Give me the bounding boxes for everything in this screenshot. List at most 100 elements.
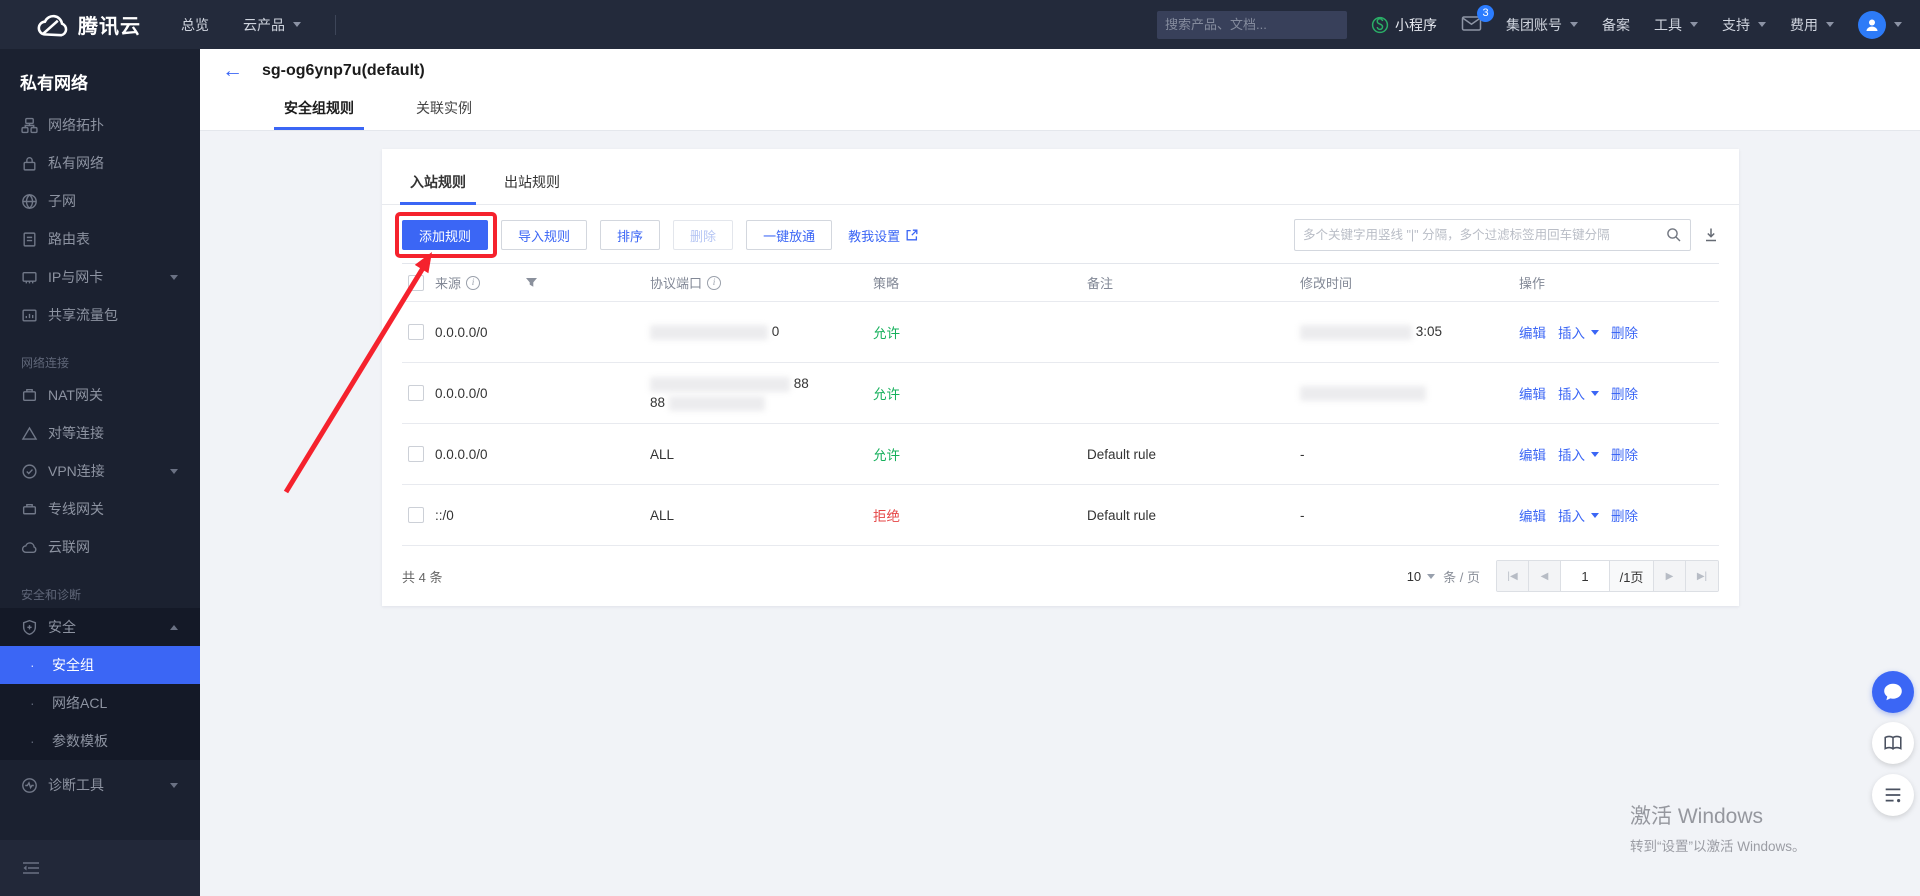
insert-link[interactable]: 插入 [1558,322,1599,342]
cell-source: ::/0 [435,507,454,523]
prev-page-button[interactable]: ◀ [1529,561,1561,591]
page-tabs: 安全组规则 关联实例 [200,90,524,130]
cell-time: - [1300,446,1305,462]
topbar-search[interactable] [1157,10,1347,39]
sidebar-item-vpc[interactable]: 私有网络 [0,144,200,182]
filter-funnel-icon[interactable] [525,277,538,289]
sidebar-item-param-template[interactable]: · 参数模板 [0,722,200,760]
delete-button: 删除 [673,220,734,250]
chevron-down-icon [1427,573,1436,579]
edit-link[interactable]: 编辑 [1519,383,1546,403]
nav-support[interactable]: 支持 [1722,15,1766,35]
cell-source: 0.0.0.0/0 [435,446,488,462]
sidebar-item-peering[interactable]: 对等连接 [0,414,200,452]
sidebar-item-route-table[interactable]: 路由表 [0,220,200,258]
back-button[interactable]: ← [222,60,262,81]
nav-billing[interactable]: 费用 [1790,15,1834,35]
chevron-down-icon [1690,22,1698,27]
sidebar-item-nat[interactable]: NAT网关 [0,376,200,414]
page-size-select[interactable]: 10 [1407,569,1436,584]
delete-link[interactable]: 删除 [1611,444,1638,464]
info-icon[interactable]: i [707,275,722,290]
col-note: 备注 [1087,276,1114,291]
sidebar-item-network-acl[interactable]: · 网络ACL [0,684,200,722]
chevron-down-icon [170,274,178,280]
edit-link[interactable]: 编辑 [1519,322,1546,342]
collapse-sidebar-icon[interactable] [22,861,40,875]
rule-filter[interactable] [1294,219,1691,251]
sidebar-item-shared-traffic[interactable]: 共享流量包 [0,296,200,334]
sidebar-item-diagnostic-tools[interactable]: 诊断工具 [0,766,200,804]
nav-products[interactable]: 云产品 [243,15,301,35]
first-page-button[interactable]: |◀ [1497,561,1529,591]
shield-icon [21,619,38,636]
open-all-ports-button[interactable]: 一键放通 [746,220,833,250]
bullet-icon: · [30,695,35,711]
customer-service-button[interactable] [1872,671,1914,713]
nav-group-account[interactable]: 集团账号 [1506,15,1578,35]
topology-icon [21,117,38,134]
feedback-button[interactable] [1872,774,1914,816]
bullet-icon: · [30,657,35,673]
info-icon[interactable]: i [466,275,481,290]
edit-link[interactable]: 编辑 [1519,505,1546,525]
tencent-cloud-icon [37,14,68,36]
row-checkbox[interactable] [408,385,424,401]
row-checkbox[interactable] [408,324,424,340]
delete-link[interactable]: 删除 [1611,505,1638,525]
edit-link[interactable]: 编辑 [1519,444,1546,464]
search-icon[interactable] [1666,227,1682,243]
delete-link[interactable]: 删除 [1611,383,1638,403]
tab-associated-instances[interactable]: 关联实例 [406,90,482,130]
last-page-button[interactable]: ▶| [1686,561,1718,591]
tab-outbound-rules[interactable]: 出站规则 [494,172,570,205]
brand-logo[interactable]: 腾讯云 [0,10,141,39]
teach-me-link[interactable]: 教我设置 [848,226,919,245]
insert-link[interactable]: 插入 [1558,383,1599,403]
redacted-blur [1300,385,1426,401]
chevron-down-icon[interactable] [1894,22,1902,27]
add-rule-button[interactable]: 添加规则 [402,220,489,250]
rule-filter-input[interactable] [1303,228,1666,242]
row-checkbox[interactable] [408,507,424,523]
nav-beian[interactable]: 备案 [1602,15,1630,35]
sidebar-section-security-diag: 安全和诊断 [21,588,82,602]
messages-button[interactable]: 3 [1461,4,1494,35]
avatar[interactable] [1858,10,1886,39]
row-checkbox[interactable] [408,446,424,462]
sidebar-item-ip-nic[interactable]: IP与网卡 [0,258,200,296]
traffic-pack-icon [21,307,38,324]
nav-overview[interactable]: 总览 [181,15,209,35]
cell-note: Default rule [1087,507,1157,523]
next-page-button[interactable]: ▶ [1654,561,1686,591]
nav-tools[interactable]: 工具 [1654,15,1698,35]
miniprogram-entry[interactable]: 小程序 [1371,15,1437,35]
cell-source: 0.0.0.0/0 [435,385,488,401]
sidebar-item-vpn[interactable]: VPN连接 [0,452,200,490]
table-row: 0.0.0.0/0 88 88 允许 编辑 插入 删除 [402,363,1719,424]
docs-button[interactable] [1872,722,1914,764]
sort-button[interactable]: 排序 [600,220,661,250]
cell-time: 3:05 [1300,324,1519,340]
insert-link[interactable]: 插入 [1558,444,1599,464]
chevron-down-icon [1826,22,1834,27]
sidebar-item-direct-connect[interactable]: 专线网关 [0,490,200,528]
tab-security-group-rules[interactable]: 安全组规则 [274,90,364,130]
sidebar-item-security[interactable]: 安全 [0,608,200,646]
page-title: sg-og6ynp7u(default) [262,62,425,79]
sidebar-item-subnet[interactable]: 子网 [0,182,200,220]
tab-inbound-rules[interactable]: 入站规则 [400,172,476,205]
sidebar-item-security-group[interactable]: · 安全组 [0,646,200,684]
total-count: 共 4 条 [402,569,443,585]
mail-badge: 3 [1477,4,1494,22]
rules-toolbar: 添加规则 导入规则 排序 删除 一键放通 教我设置 [402,219,1719,251]
select-all-checkbox[interactable] [408,274,424,291]
sidebar-item-ccn[interactable]: 云联网 [0,528,200,566]
page-number-input[interactable]: 1 [1561,561,1610,591]
delete-link[interactable]: 删除 [1611,322,1638,342]
topbar-search-input[interactable] [1165,17,1341,32]
download-icon[interactable] [1703,227,1719,243]
import-rule-button[interactable]: 导入规则 [501,220,588,250]
insert-link[interactable]: 插入 [1558,505,1599,525]
sidebar-item-network-topology[interactable]: 网络拓扑 [0,106,200,144]
